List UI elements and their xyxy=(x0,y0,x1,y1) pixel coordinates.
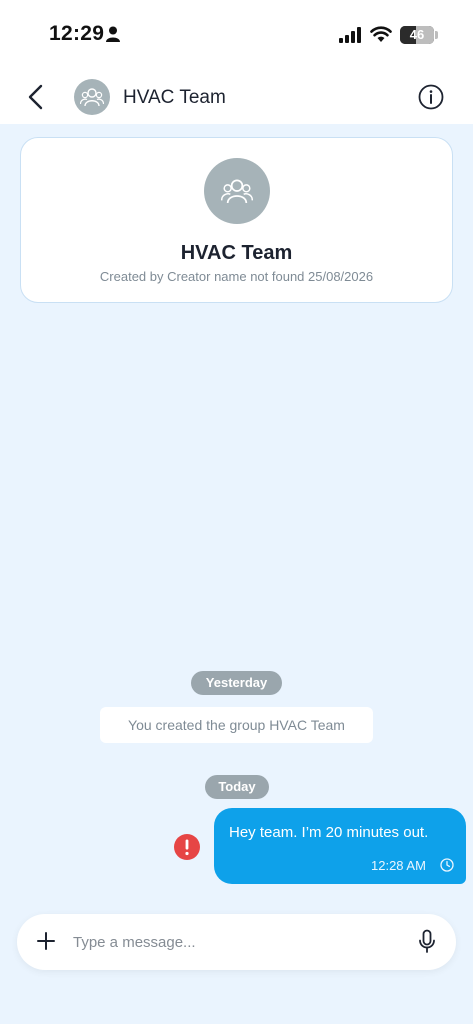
group-created-info: Created by Creator name not found 25/08/… xyxy=(99,269,374,284)
battery-icon: 46 xyxy=(400,26,434,44)
signal-icon xyxy=(339,27,361,43)
group-avatar-large xyxy=(204,158,270,224)
battery-tip xyxy=(435,31,438,39)
date-separator-yesterday: Yesterday xyxy=(191,671,282,695)
mic-icon[interactable] xyxy=(417,929,437,955)
group-name: HVAC Team xyxy=(180,242,293,264)
message-text: Hey team. I’m 20 minutes out. xyxy=(229,824,429,841)
group-avatar-icon xyxy=(80,88,104,107)
system-message: You created the group HVAC Team xyxy=(100,707,373,743)
clock-icon xyxy=(440,858,454,872)
status-time: 12:29 xyxy=(49,22,105,45)
message-input[interactable] xyxy=(73,927,393,957)
battery-level: 46 xyxy=(409,27,425,42)
top-bar: 12:29 46 HVAC Team xyxy=(0,0,473,124)
plus-icon[interactable] xyxy=(36,931,56,951)
person-icon xyxy=(106,26,120,42)
chat-title[interactable]: HVAC Team xyxy=(123,87,226,109)
error-icon[interactable] xyxy=(174,834,200,860)
info-icon[interactable] xyxy=(418,84,444,110)
date-separator-today: Today xyxy=(205,775,269,799)
message-composer xyxy=(17,914,456,970)
message-time: 12:28 AM xyxy=(371,858,426,873)
outgoing-message[interactable]: Hey team. I’m 20 minutes out. 12:28 AM xyxy=(214,808,466,884)
back-button[interactable] xyxy=(22,82,50,112)
wifi-icon xyxy=(370,26,392,42)
group-avatar[interactable] xyxy=(74,79,110,115)
group-avatar-icon xyxy=(221,179,253,204)
group-info-card: HVAC Team Created by Creator name not fo… xyxy=(20,137,453,303)
